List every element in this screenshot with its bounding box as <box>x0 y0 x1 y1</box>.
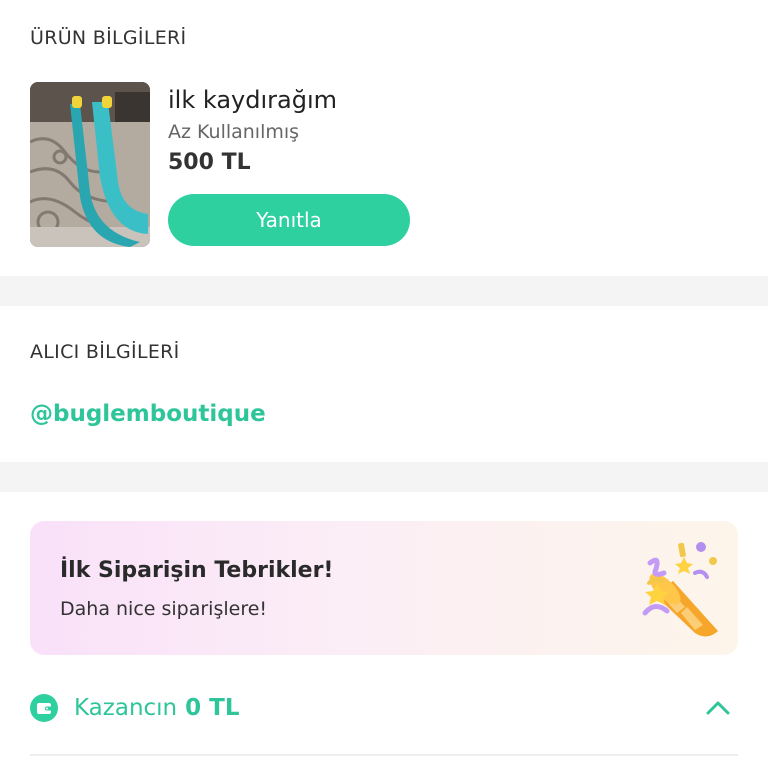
congrats-card: İlk Siparişin Tebrikler! Daha nice sipar… <box>30 521 738 655</box>
congrats-subtitle: Daha nice siparişlere! <box>60 598 268 620</box>
section-divider <box>0 276 768 306</box>
earnings-value: 0 TL <box>185 695 240 721</box>
buyer-section: ALICI BİLGİLERİ @buglemboutique <box>0 306 768 462</box>
divider-line <box>30 754 738 756</box>
earnings-label: Kazancın <box>74 695 178 721</box>
reply-button[interactable]: Yanıtla <box>168 194 410 246</box>
product-section: ÜRÜN BİLGİLERİ ilk kaydırağım Az Kullanı… <box>0 0 768 276</box>
product-price: 500 TL <box>168 150 251 175</box>
party-popper-icon <box>642 542 718 637</box>
section-divider <box>0 462 768 492</box>
earnings-toggle-row[interactable]: Kazancın 0 TL <box>30 686 738 730</box>
chevron-up-icon[interactable] <box>704 694 732 722</box>
buyer-username-link[interactable]: @buglemboutique <box>30 401 266 427</box>
product-name: ilk kaydırağım <box>168 86 338 114</box>
buyer-section-title: ALICI BİLGİLERİ <box>30 341 180 363</box>
wallet-icon <box>30 694 58 722</box>
congrats-title: İlk Siparişin Tebrikler! <box>60 558 334 583</box>
product-section-title: ÜRÜN BİLGİLERİ <box>30 27 187 49</box>
product-thumbnail[interactable] <box>30 82 150 247</box>
product-photo-slide <box>30 82 150 247</box>
product-condition: Az Kullanılmış <box>168 121 300 143</box>
